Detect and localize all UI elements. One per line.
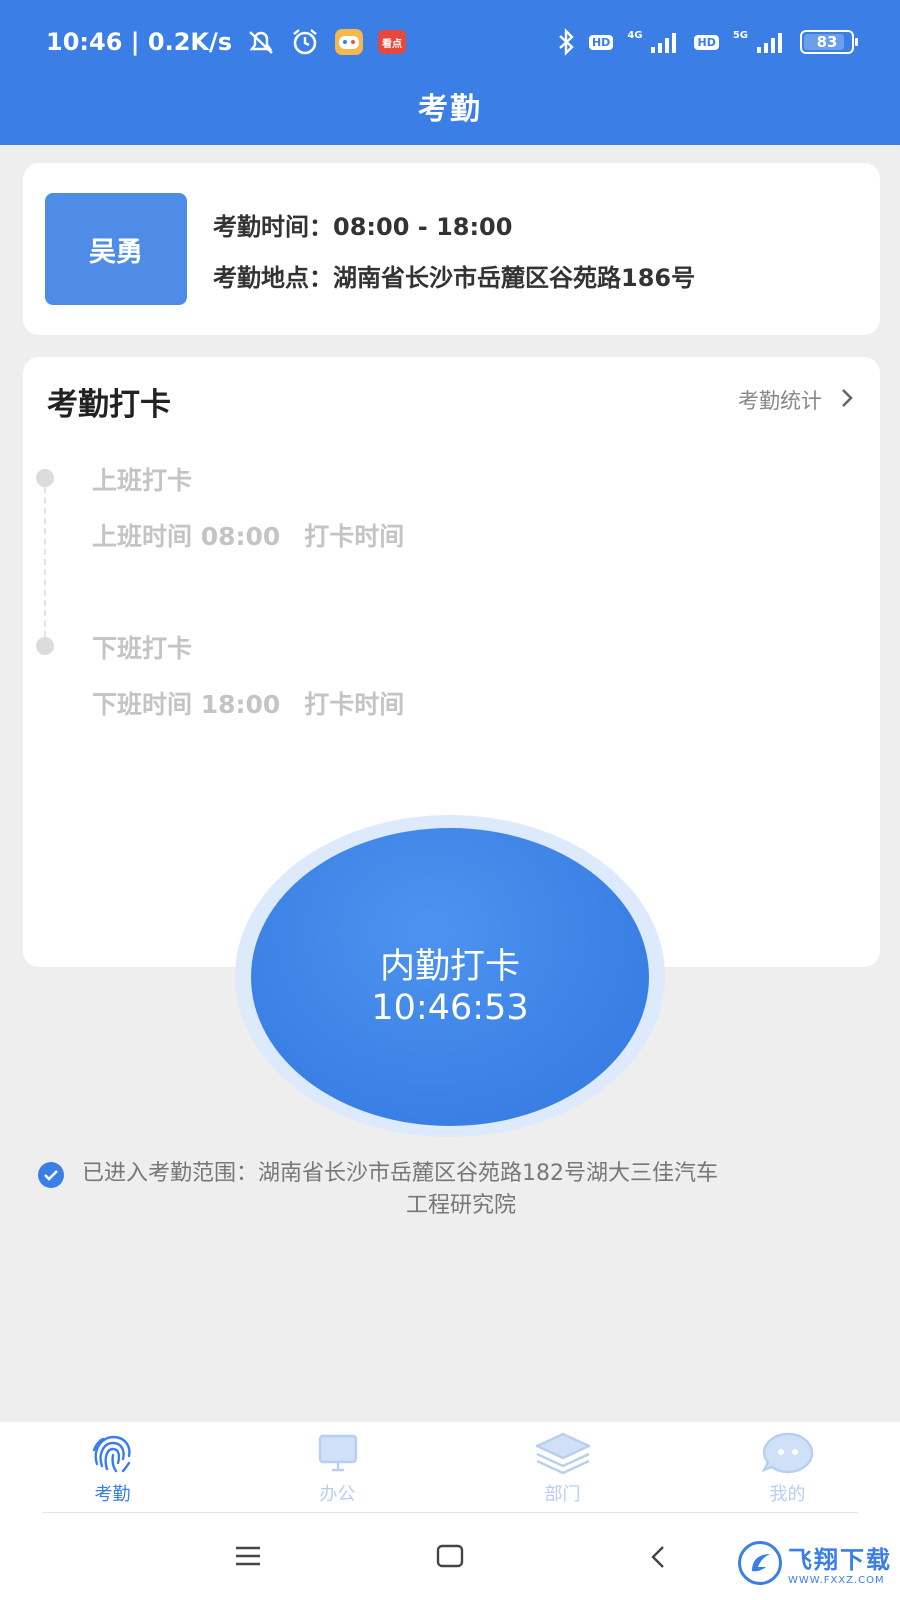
back-icon[interactable] — [648, 1544, 668, 1574]
tab-label: 办公 — [319, 1484, 356, 1505]
watermark-logo-icon — [738, 1541, 782, 1585]
home-icon[interactable] — [436, 1544, 464, 1572]
section-title: 考勤打卡 — [47, 387, 171, 423]
monitor-icon — [318, 1434, 357, 1472]
fingerprint-icon — [92, 1435, 131, 1473]
battery-level: 83 — [816, 33, 838, 51]
game-app-icon — [334, 28, 364, 56]
status-bar-right: HD 4G HD 5G 83 — [557, 28, 858, 56]
alarm-icon — [290, 28, 320, 56]
attendance-stats-link[interactable]: 考勤统计 — [738, 385, 854, 415]
mute-icon — [246, 29, 276, 55]
on-duty-schedule: 上班时间 08:00 — [92, 522, 281, 551]
check-circle-icon — [38, 1162, 64, 1188]
battery-icon: 83 — [800, 30, 858, 54]
tab-department[interactable]: 部门 — [450, 1422, 675, 1514]
on-duty-info: 上班时间 08:00 打卡时间 — [92, 517, 404, 553]
signal-icon — [756, 31, 786, 53]
on-duty-punch-time: 打卡时间 — [304, 522, 405, 551]
news-app-icon: 看点 — [378, 30, 407, 54]
hd-badge-2: HD — [694, 34, 719, 50]
off-duty-schedule: 下班时间 18:00 — [92, 690, 281, 719]
bluetooth-icon — [557, 28, 575, 56]
tab-mine[interactable]: 我的 — [675, 1422, 900, 1514]
layers-icon — [535, 1432, 590, 1475]
punch-button-label: 内勤打卡 — [379, 947, 520, 987]
bottom-tab-bar: 考勤 办公 部门 我的 — [0, 1422, 900, 1514]
off-duty-title: 下班打卡 — [92, 634, 193, 663]
tab-label: 部门 — [544, 1484, 581, 1505]
timeline-dot-off-duty — [36, 637, 54, 655]
tab-attendance[interactable]: 考勤 — [0, 1422, 225, 1514]
avatar: 吴勇 — [45, 193, 187, 305]
range-text-line1: 已进入考勤范围：湖南省长沙市岳麓区谷苑路182号湖大三佳汽车 — [82, 1161, 718, 1186]
range-text-line2: 工程研究院 — [405, 1193, 516, 1218]
page-title: 考勤 — [418, 92, 482, 127]
chat-face-icon — [761, 1432, 813, 1474]
timeline-dot-on-duty — [36, 469, 54, 487]
stats-link-label: 考勤统计 — [738, 389, 822, 413]
signal-icon — [650, 31, 680, 53]
attendance-time: 考勤时间：08:00 - 18:00 — [213, 213, 513, 241]
tab-label: 我的 — [769, 1484, 806, 1505]
tab-office[interactable]: 办公 — [225, 1422, 450, 1514]
timeline-line — [44, 477, 46, 647]
chevron-right-icon — [840, 387, 854, 414]
attendance-range-status: 已进入考勤范围：湖南省长沙市岳麓区谷苑路182号湖大三佳汽车 工程研究院 — [38, 1158, 874, 1222]
network-type-2: 5G — [732, 30, 748, 41]
on-duty-title: 上班打卡 — [92, 466, 193, 495]
status-time-speed: 10:46 | 0.2K/s — [46, 28, 233, 56]
off-duty-info: 下班时间 18:00 打卡时间 — [92, 685, 404, 721]
attendance-location: 考勤地点：湖南省长沙市岳麓区谷苑路186号 — [213, 264, 696, 292]
tab-label: 考勤 — [94, 1484, 131, 1505]
menu-icon[interactable] — [234, 1544, 262, 1572]
watermark-url: WWW.FXXZ.COM — [788, 1575, 885, 1586]
punch-in-button[interactable]: 内勤打卡 10:46:53 — [251, 828, 649, 1126]
off-duty-punch-time: 打卡时间 — [304, 690, 405, 719]
watermark-title: 飞翔下载 — [788, 1546, 892, 1574]
network-type-1: 4G — [627, 30, 643, 41]
status-bar: 10:46 | 0.2K/s 看点 HD 4G HD 5G 83 — [0, 22, 900, 62]
status-bar-left: 10:46 | 0.2K/s 看点 — [46, 28, 407, 56]
employee-info-card: 吴勇 考勤时间：08:00 - 18:00 考勤地点：湖南省长沙市岳麓区谷苑路1… — [23, 163, 880, 335]
app-header: 10:46 | 0.2K/s 看点 HD 4G HD 5G 83 考勤 — [0, 0, 900, 145]
site-watermark: 飞翔下载 WWW.FXXZ.COM — [738, 1540, 892, 1586]
punch-button-time: 10:46:53 — [371, 988, 529, 1028]
hd-badge-1: HD — [588, 34, 614, 50]
divider — [42, 1512, 858, 1513]
